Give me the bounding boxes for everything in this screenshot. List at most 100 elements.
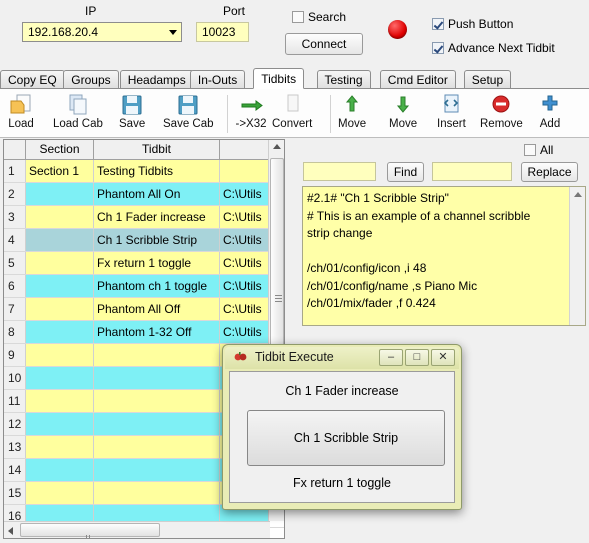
grid-cell-n[interactable]: 12 (4, 413, 26, 435)
table-row[interactable]: 6 Phantom ch 1 toggle C:\Utils (4, 275, 284, 298)
table-row[interactable]: 5 Fx return 1 toggle C:\Utils (4, 252, 284, 275)
grid-cell-path[interactable]: C:\Utils (220, 183, 270, 205)
toolbar-button-save-cab[interactable]: Save Cab (163, 92, 214, 131)
grid-cell-n[interactable]: 4 (4, 229, 26, 251)
grid-cell-n[interactable]: 7 (4, 298, 26, 320)
toolbar-button-to-x32[interactable]: ->X32 (234, 92, 268, 131)
grid-cell-path[interactable]: C:\Utils (220, 275, 270, 297)
grid-cell-tidbit[interactable]: Ch 1 Scribble Strip (94, 229, 220, 251)
grid-cell-n[interactable]: 2 (4, 183, 26, 205)
grid-cell-n[interactable]: 11 (4, 390, 26, 412)
tab-setup[interactable]: Setup (463, 70, 512, 89)
grid-cell-tidbit[interactable] (94, 459, 220, 481)
grid-cell-tidbit[interactable]: Phantom 1-32 Off (94, 321, 220, 343)
grid-cell-section[interactable] (26, 413, 94, 435)
toolbar-button-load-cab[interactable]: Load Cab (53, 92, 103, 131)
grid-cell-tidbit[interactable] (94, 482, 220, 504)
search-checkbox[interactable]: Search (292, 10, 346, 24)
table-row[interactable]: 7 Phantom All Off C:\Utils (4, 298, 284, 321)
tab-in-outs[interactable]: In-Outs (189, 70, 246, 89)
connect-button[interactable]: Connect (285, 33, 363, 55)
find-input[interactable] (303, 162, 376, 181)
editor-content[interactable]: #2.1# "Ch 1 Scribble Strip" # This is an… (307, 190, 567, 313)
push-button-checkbox[interactable]: Push Button (432, 17, 513, 31)
grid-cell-tidbit[interactable] (94, 436, 220, 458)
grid-cell-tidbit[interactable] (94, 413, 220, 435)
toolbar-button-convert[interactable]: Convert (272, 92, 312, 131)
table-row[interactable]: 4 Ch 1 Scribble Strip C:\Utils (4, 229, 284, 252)
grid-horizontal-scrollbar[interactable] (4, 521, 270, 538)
grid-cell-path[interactable]: C:\Utils (220, 298, 270, 320)
grid-cell-path[interactable] (220, 160, 270, 182)
grid-cell-n[interactable]: 3 (4, 206, 26, 228)
grid-cell-section[interactable] (26, 482, 94, 504)
tab-testing[interactable]: Testing (316, 70, 371, 89)
tidbit-execute-dialog[interactable]: Tidbit Execute – □ ✕ Ch 1 Fader increase… (222, 344, 462, 510)
grid-cell-n[interactable]: 8 (4, 321, 26, 343)
grid-cell-section[interactable] (26, 390, 94, 412)
tab-headamps[interactable]: Headamps (119, 70, 194, 89)
all-checkbox[interactable]: All (524, 143, 553, 157)
grid-cell-section[interactable]: Section 1 (26, 160, 94, 182)
grid-cell-tidbit[interactable]: Ch 1 Fader increase (94, 206, 220, 228)
grid-cell-tidbit[interactable] (94, 344, 220, 366)
maximize-button[interactable]: □ (405, 349, 429, 366)
scroll-up-arrow-icon[interactable] (574, 192, 582, 197)
toolbar-button-move-up[interactable]: Move (338, 92, 366, 131)
grid-cell-section[interactable] (26, 298, 94, 320)
grid-cell-tidbit[interactable]: Phantom All On (94, 183, 220, 205)
grid-cell-path[interactable]: C:\Utils (220, 229, 270, 251)
toolbar-button-move-down[interactable]: Move (389, 92, 417, 131)
execute-tidbit-button[interactable]: Ch 1 Scribble Strip (247, 410, 445, 466)
grid-cell-tidbit[interactable]: Phantom All Off (94, 298, 220, 320)
toolbar-button-save[interactable]: Save (119, 92, 145, 131)
grid-cell-section[interactable] (26, 344, 94, 366)
grid-cell-section[interactable] (26, 229, 94, 251)
grid-cell-n[interactable]: 9 (4, 344, 26, 366)
tab-tidbits[interactable]: Tidbits (253, 68, 305, 89)
grid-cell-section[interactable] (26, 321, 94, 343)
tab-groups[interactable]: Groups (63, 70, 119, 89)
grid-cell-section[interactable] (26, 367, 94, 389)
find-button[interactable]: Find (387, 162, 424, 182)
tab-copy-eq[interactable]: Copy EQ (0, 70, 65, 89)
grid-cell-path[interactable]: C:\Utils (220, 321, 270, 343)
table-row[interactable]: 3 Ch 1 Fader increase C:\Utils (4, 206, 284, 229)
tidbit-text-editor[interactable]: #2.1# "Ch 1 Scribble Strip" # This is an… (302, 186, 586, 326)
close-button[interactable]: ✕ (431, 349, 455, 366)
grid-cell-section[interactable] (26, 206, 94, 228)
grid-cell-path[interactable]: C:\Utils (220, 252, 270, 274)
toolbar-button-load[interactable]: Load (8, 92, 34, 131)
grid-cell-tidbit[interactable]: Testing Tidbits (94, 160, 220, 182)
grid-cell-section[interactable] (26, 275, 94, 297)
dialog-title-bar[interactable]: Tidbit Execute – □ ✕ (225, 347, 459, 369)
table-row[interactable]: 1 Section 1 Testing Tidbits (4, 160, 284, 183)
advance-next-tidbit-checkbox[interactable]: Advance Next Tidbit (432, 41, 555, 55)
grid-cell-n[interactable]: 15 (4, 482, 26, 504)
table-row[interactable]: 2 Phantom All On C:\Utils (4, 183, 284, 206)
grid-cell-n[interactable]: 10 (4, 367, 26, 389)
scroll-left-arrow-icon[interactable] (8, 527, 13, 535)
ip-combobox[interactable]: 192.168.20.4 (22, 22, 182, 42)
toolbar-button-remove[interactable]: Remove (480, 92, 523, 131)
replace-button[interactable]: Replace (521, 162, 578, 182)
port-input[interactable]: 10023 (196, 22, 249, 42)
grid-cell-n[interactable]: 5 (4, 252, 26, 274)
grid-cell-tidbit[interactable] (94, 390, 220, 412)
grid-cell-n[interactable]: 13 (4, 436, 26, 458)
scroll-up-arrow-icon[interactable] (273, 144, 281, 149)
minimize-button[interactable]: – (379, 349, 403, 366)
editor-vertical-scrollbar[interactable] (569, 187, 585, 325)
table-row[interactable]: 8 Phantom 1-32 Off C:\Utils (4, 321, 284, 344)
toolbar-button-insert[interactable]: Insert (437, 92, 466, 131)
replace-input[interactable] (432, 162, 512, 181)
grid-hscroll-thumb[interactable] (20, 523, 160, 538)
grid-cell-tidbit[interactable]: Fx return 1 toggle (94, 252, 220, 274)
grid-cell-section[interactable] (26, 252, 94, 274)
grid-cell-tidbit[interactable]: Phantom ch 1 toggle (94, 275, 220, 297)
tab-cmd-editor[interactable]: Cmd Editor (379, 70, 456, 89)
grid-cell-tidbit[interactable] (94, 367, 220, 389)
grid-cell-section[interactable] (26, 183, 94, 205)
toolbar-button-add[interactable]: Add (537, 92, 563, 131)
grid-cell-n[interactable]: 1 (4, 160, 26, 182)
